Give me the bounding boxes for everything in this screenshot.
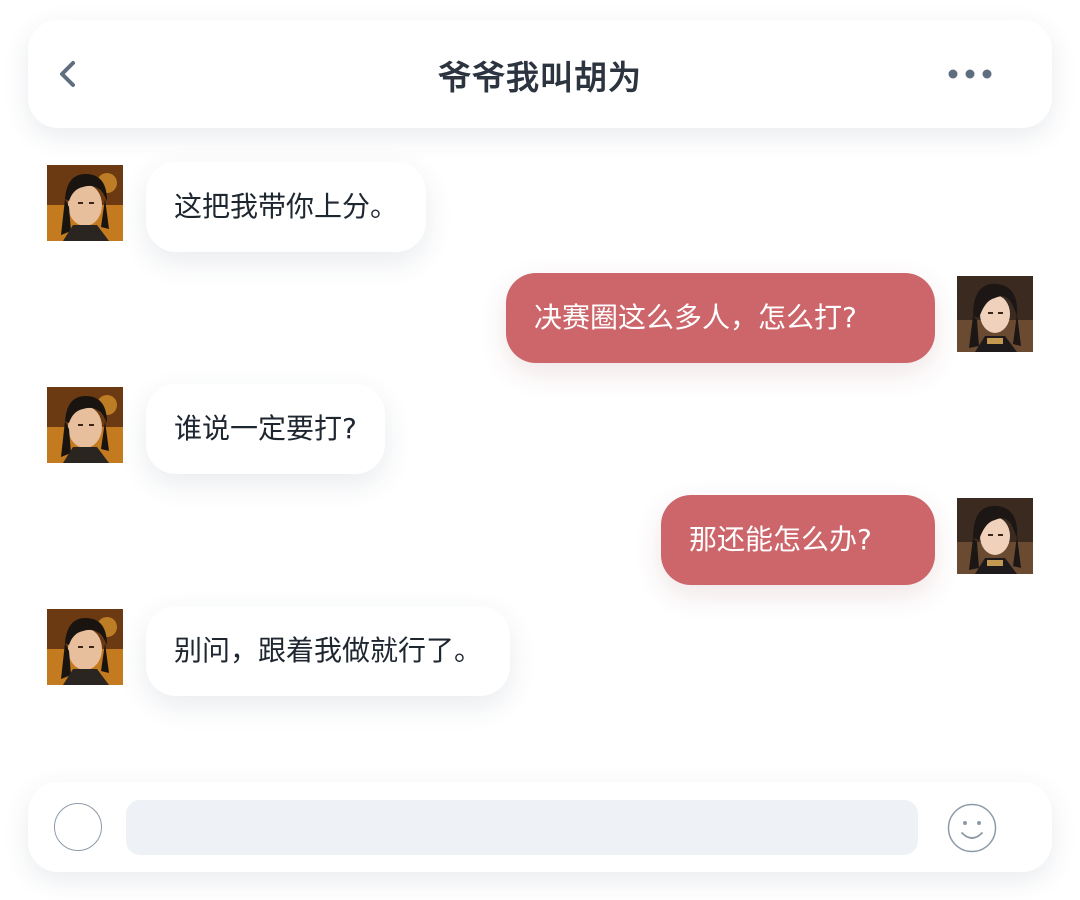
contact-avatar[interactable] — [47, 165, 123, 241]
smiley-icon — [947, 803, 997, 853]
chat-title: 爷爷我叫胡为 — [438, 58, 642, 97]
message-bubble-outgoing[interactable]: 决赛圈这么多人，怎么打? — [506, 273, 935, 363]
message-bubble-incoming[interactable]: 别问，跟着我做就行了。 — [146, 606, 511, 696]
message-input[interactable] — [126, 800, 918, 855]
contact-avatar[interactable] — [47, 387, 123, 463]
more-horizontal-icon — [948, 69, 992, 79]
message-bubble-incoming[interactable]: 谁说一定要打? — [146, 384, 385, 474]
message-bubble-incoming[interactable]: 这把我带你上分。 — [146, 162, 427, 252]
contact-avatar[interactable] — [47, 609, 123, 685]
message-bubble-outgoing[interactable]: 那还能怎么办? — [661, 495, 935, 585]
more-options-button[interactable] — [938, 56, 1002, 92]
circle-icon[interactable] — [54, 803, 102, 851]
self-avatar[interactable] — [957, 498, 1033, 574]
self-avatar[interactable] — [957, 276, 1033, 352]
emoji-button[interactable] — [947, 803, 997, 853]
